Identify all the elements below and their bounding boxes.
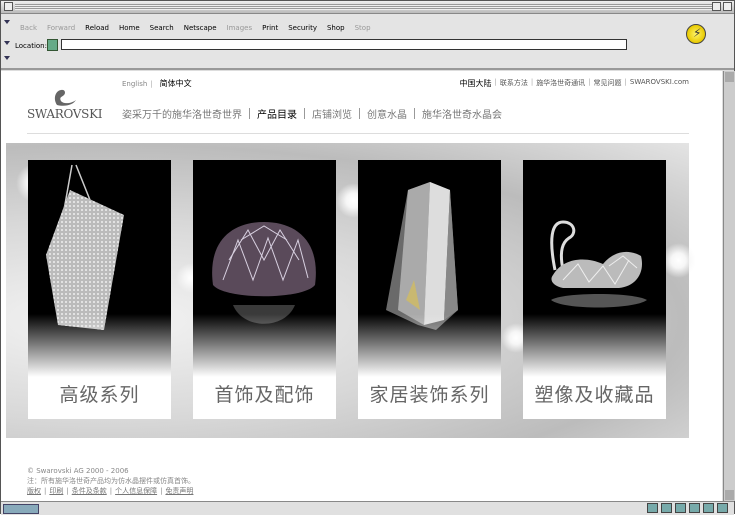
footer-links: 版权 | 印刷 | 条件及条款 | 个人信息保障 | 免责声明 xyxy=(27,486,195,496)
logo-wordmark: SWAROVSKI xyxy=(27,107,103,121)
top-link[interactable]: 联系方法 xyxy=(500,78,528,89)
browser-window: Back Forward Reload Home Search Netscape Image… xyxy=(0,0,735,515)
menu-separator xyxy=(249,108,250,119)
nav-print-button[interactable]: Print xyxy=(257,19,283,39)
menu-separator xyxy=(304,108,305,119)
menu-item[interactable]: 施华洛世奇水晶会 xyxy=(422,106,502,121)
footer-note: 注：所有施华洛世奇产品均为仿水晶摆件或仿真首饰。 xyxy=(27,477,195,485)
nav-images-button[interactable]: Images xyxy=(222,19,258,39)
footer-separator: | xyxy=(160,487,163,495)
collapse-locationbar-icon[interactable] xyxy=(4,41,10,45)
footer-separator: | xyxy=(109,487,113,495)
menu-separator xyxy=(414,108,415,119)
language-switch: English | 简体中文 xyxy=(122,78,192,89)
nav-netscape-button[interactable]: Netscape xyxy=(179,19,222,39)
mail-icon[interactable] xyxy=(661,503,672,513)
scroll-down-arrow-icon[interactable] xyxy=(725,490,734,500)
menu-item[interactable]: 店铺浏览 xyxy=(312,106,352,121)
browser-toolbar: Back Forward Reload Home Search Netscape Image… xyxy=(1,14,734,68)
resize-grip-icon[interactable] xyxy=(717,503,728,513)
navigation-toolbar: Back Forward Reload Home Search Netscape Image… xyxy=(15,19,376,39)
swan-logo-icon xyxy=(54,89,76,106)
nav-reload-button[interactable]: Reload xyxy=(80,19,114,39)
composer-icon[interactable] xyxy=(675,503,686,513)
region-link[interactable]: 中国大陆 xyxy=(459,78,491,89)
nav-stop-button[interactable]: Stop xyxy=(350,19,376,39)
page-proxy-icon[interactable] xyxy=(47,39,58,51)
top-link[interactable]: SWAROVSKI.com xyxy=(630,78,689,89)
top-link-separator: | xyxy=(624,78,627,86)
footer: © Swarovski AG 2000 - 2006 注：所有施华洛世奇产品均为… xyxy=(27,466,195,496)
card-label: 首饰及配饰 xyxy=(214,384,315,406)
location-input[interactable] xyxy=(61,39,627,50)
footer-separator: | xyxy=(44,487,47,495)
nav-forward-button[interactable]: Forward xyxy=(42,19,80,39)
nav-shop-button[interactable]: Shop xyxy=(322,19,350,39)
category-card-figurines[interactable]: 塑像及收藏品 xyxy=(523,160,666,419)
status-bar xyxy=(1,501,734,515)
menu-item[interactable]: 姿采万千的施华洛世奇世界 xyxy=(122,106,242,121)
menu-item[interactable]: 产品目录 xyxy=(257,106,297,121)
header-divider xyxy=(27,133,689,134)
top-link-separator: | xyxy=(588,78,591,86)
lang-separator: | xyxy=(150,80,153,88)
top-link[interactable]: 施华洛世奇通讯 xyxy=(536,78,585,89)
lang-chinese-link[interactable]: 简体中文 xyxy=(160,79,192,88)
footer-link[interactable]: 免责声明 xyxy=(165,486,193,496)
navigator-icon[interactable] xyxy=(647,503,658,513)
footer-copyright: © Swarovski AG 2000 - 2006 xyxy=(27,467,129,475)
security-lock-icon[interactable] xyxy=(3,504,39,514)
footer-link[interactable]: 个人信息保障 xyxy=(115,486,157,496)
title-bar[interactable] xyxy=(1,1,734,14)
footer-link[interactable]: 版权 xyxy=(27,486,41,496)
title-stripes xyxy=(15,4,718,10)
menu-separator xyxy=(359,108,360,119)
vertical-scrollbar[interactable] xyxy=(723,71,735,501)
collapse-box[interactable] xyxy=(723,2,732,11)
card-label: 塑像及收藏品 xyxy=(534,384,655,406)
card-label: 高级系列 xyxy=(59,384,140,406)
toolbar-divider xyxy=(1,68,734,70)
menu-item[interactable]: 创意水晶 xyxy=(367,106,407,121)
top-link-separator: | xyxy=(494,78,497,86)
zoom-box[interactable] xyxy=(712,2,721,11)
chat-icon[interactable] xyxy=(689,503,700,513)
top-link[interactable]: 常见问题 xyxy=(594,78,622,89)
category-card-jewelry[interactable]: 首饰及配饰 xyxy=(193,160,336,419)
nav-search-button[interactable]: Search xyxy=(145,19,179,39)
card-label: 家居装饰系列 xyxy=(369,384,490,406)
netscape-throbber-icon[interactable]: ⚡ xyxy=(686,24,706,44)
footer-link[interactable]: 印刷 xyxy=(49,486,63,496)
scroll-up-arrow-icon[interactable] xyxy=(725,72,734,82)
sparkle xyxy=(661,243,696,278)
main-menu: 姿采万千的施华洛世奇世界 产品目录 店铺浏览 创意水晶 施华洛世奇水晶会 xyxy=(122,106,502,121)
footer-separator: | xyxy=(66,487,69,495)
top-link-separator: | xyxy=(530,78,534,86)
nav-back-button[interactable]: Back xyxy=(15,19,42,39)
nav-security-button[interactable]: Security xyxy=(283,19,322,39)
component-bar xyxy=(647,503,728,513)
category-card-couture[interactable]: 高级系列 xyxy=(28,160,171,419)
close-box[interactable] xyxy=(4,2,13,11)
footer-link[interactable]: 条件及条款 xyxy=(72,486,107,496)
collapse-navbar-icon[interactable] xyxy=(4,20,10,24)
nav-home-button[interactable]: Home xyxy=(114,19,145,39)
addressbook-icon[interactable] xyxy=(703,503,714,513)
web-page: English | 简体中文 中国大陆 | 联系方法 | 施华洛世奇通讯 | 常见问题 | SWAR… xyxy=(1,71,722,501)
location-label: Location: xyxy=(15,42,47,50)
category-card-home-decor[interactable]: 家居装饰系列 xyxy=(358,160,501,419)
collapse-personalbar-icon[interactable] xyxy=(4,56,10,60)
top-links: 中国大陆 | 联系方法 | 施华洛世奇通讯 | 常见问题 | SWAROVSKI.com xyxy=(459,78,689,89)
lang-english-link[interactable]: English xyxy=(122,80,147,88)
